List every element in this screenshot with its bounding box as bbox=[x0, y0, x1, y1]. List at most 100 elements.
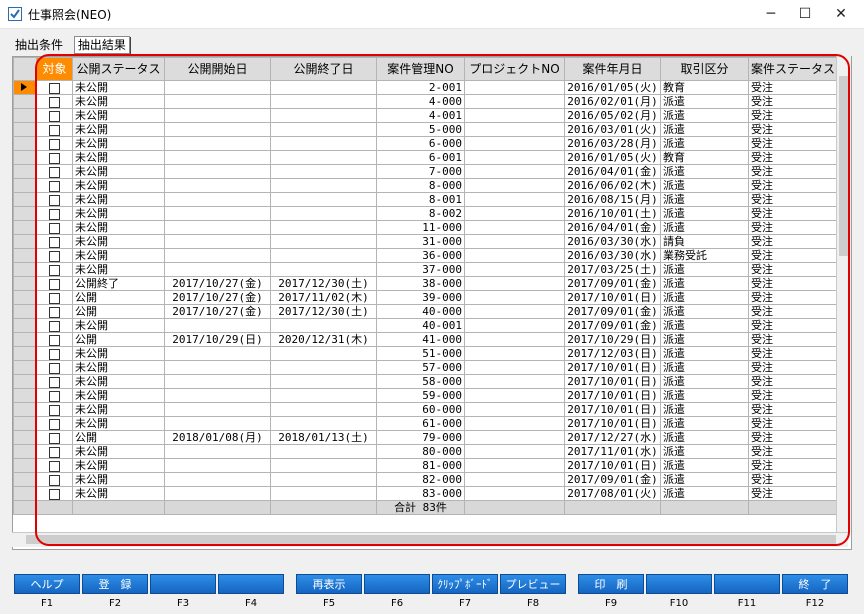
cell-publish-end[interactable] bbox=[270, 94, 377, 109]
cell-publish-status[interactable]: 未公開 bbox=[72, 206, 165, 221]
cell-publish-status[interactable]: 未公開 bbox=[72, 94, 165, 109]
cell-publish-status[interactable]: 未公開 bbox=[72, 360, 165, 375]
cell-publish-end[interactable]: 2017/11/02(木) bbox=[270, 290, 377, 305]
vertical-scroll-thumb[interactable] bbox=[839, 76, 848, 256]
cell-publish-start[interactable] bbox=[164, 360, 271, 375]
cell-case-status[interactable]: 受注 bbox=[747, 332, 839, 347]
cell-case-no[interactable]: 8-002 bbox=[376, 206, 465, 221]
cell-case-date[interactable]: 2016/03/30(水) bbox=[564, 234, 661, 249]
row-header[interactable] bbox=[13, 234, 37, 249]
cell-publish-start[interactable] bbox=[164, 458, 271, 473]
cell-case-status[interactable]: 受注 bbox=[747, 94, 839, 109]
cell-trade-type[interactable]: 派遣 bbox=[660, 192, 749, 207]
row-header[interactable] bbox=[13, 220, 37, 235]
row-header[interactable] bbox=[13, 248, 37, 263]
cell-publish-start[interactable] bbox=[164, 444, 271, 459]
target-checkbox[interactable] bbox=[49, 446, 60, 458]
row-header[interactable] bbox=[13, 388, 37, 403]
cell-project-no[interactable] bbox=[464, 332, 565, 347]
row-header[interactable] bbox=[13, 318, 37, 333]
cell-case-status[interactable]: 受注 bbox=[747, 234, 839, 249]
cell-case-date[interactable]: 2016/04/01(金) bbox=[564, 220, 661, 235]
col-header-case-date[interactable]: 案件年月日 bbox=[564, 57, 661, 81]
cell-trade-type[interactable]: 派遣 bbox=[660, 304, 749, 319]
cell-trade-type[interactable]: 派遣 bbox=[660, 206, 749, 221]
cell-publish-start[interactable] bbox=[164, 136, 271, 151]
current-row-indicator[interactable] bbox=[13, 80, 37, 95]
cell-project-no[interactable] bbox=[464, 304, 565, 319]
row-checkbox-cell[interactable] bbox=[36, 80, 73, 95]
table-row[interactable]: 未公開 81-000 2017/10/01(日) 派遣 受注 bbox=[13, 458, 839, 473]
cell-case-status[interactable]: 受注 bbox=[747, 136, 839, 151]
row-header[interactable] bbox=[13, 192, 37, 207]
col-header-project-no[interactable]: プロジェクトNO bbox=[464, 57, 565, 81]
cell-trade-type[interactable]: 派遣 bbox=[660, 220, 749, 235]
cell-case-no[interactable]: 81-000 bbox=[376, 458, 465, 473]
table-row[interactable]: 未公開 57-000 2017/10/01(日) 派遣 受注 bbox=[13, 360, 839, 375]
cell-case-status[interactable]: 受注 bbox=[747, 458, 839, 473]
cell-case-no[interactable]: 37-000 bbox=[376, 262, 465, 277]
cell-case-date[interactable]: 2016/04/01(金) bbox=[564, 164, 661, 179]
cell-publish-end[interactable] bbox=[270, 472, 377, 487]
cell-case-status[interactable]: 受注 bbox=[747, 290, 839, 305]
row-checkbox-cell[interactable] bbox=[36, 206, 73, 221]
fkey-f2-button[interactable]: 登 録 bbox=[82, 574, 148, 594]
cell-case-date[interactable]: 2016/03/01(火) bbox=[564, 122, 661, 137]
row-header[interactable] bbox=[13, 206, 37, 221]
cell-case-status[interactable]: 受注 bbox=[747, 472, 839, 487]
cell-publish-start[interactable]: 2017/10/29(日) bbox=[164, 332, 271, 347]
cell-case-date[interactable]: 2016/08/15(月) bbox=[564, 192, 661, 207]
cell-project-no[interactable] bbox=[464, 318, 565, 333]
cell-case-no[interactable]: 51-000 bbox=[376, 346, 465, 361]
table-row[interactable]: 未公開 40-001 2017/09/01(金) 派遣 受注 bbox=[13, 318, 839, 333]
horizontal-scroll-thumb[interactable] bbox=[26, 535, 836, 544]
table-row[interactable]: 未公開 37-000 2017/03/25(土) 派遣 受注 bbox=[13, 262, 839, 277]
cell-case-no[interactable]: 79-000 bbox=[376, 430, 465, 445]
table-row[interactable]: 未公開 8-002 2016/10/01(土) 派遣 受注 bbox=[13, 206, 839, 221]
row-checkbox-cell[interactable] bbox=[36, 220, 73, 235]
cell-case-status[interactable]: 受注 bbox=[747, 430, 839, 445]
tab-extract-conditions[interactable]: 抽出条件 bbox=[12, 37, 66, 53]
row-checkbox-cell[interactable] bbox=[36, 234, 73, 249]
table-row[interactable]: 未公開 7-000 2016/04/01(金) 派遣 受注 bbox=[13, 164, 839, 179]
cell-trade-type[interactable]: 派遣 bbox=[660, 332, 749, 347]
cell-publish-start[interactable] bbox=[164, 402, 271, 417]
target-checkbox[interactable] bbox=[49, 390, 60, 402]
cell-trade-type[interactable]: 派遣 bbox=[660, 276, 749, 291]
cell-publish-start[interactable]: 2017/10/27(金) bbox=[164, 290, 271, 305]
row-checkbox-cell[interactable] bbox=[36, 416, 73, 431]
cell-case-status[interactable]: 受注 bbox=[747, 360, 839, 375]
row-checkbox-cell[interactable] bbox=[36, 164, 73, 179]
cell-case-no[interactable]: 11-000 bbox=[376, 220, 465, 235]
fkey-f3-button[interactable] bbox=[150, 574, 216, 594]
cell-case-no[interactable]: 36-000 bbox=[376, 248, 465, 263]
cell-case-status[interactable]: 受注 bbox=[747, 80, 839, 95]
cell-trade-type[interactable]: 派遣 bbox=[660, 122, 749, 137]
col-header-publish-start[interactable]: 公開開始日 bbox=[164, 57, 271, 81]
target-checkbox[interactable] bbox=[49, 124, 60, 136]
cell-trade-type[interactable]: 派遣 bbox=[660, 472, 749, 487]
col-header-trade-type[interactable]: 取引区分 bbox=[660, 57, 749, 81]
cell-publish-start[interactable] bbox=[164, 80, 271, 95]
cell-case-no[interactable]: 8-000 bbox=[376, 178, 465, 193]
cell-project-no[interactable] bbox=[464, 290, 565, 305]
cell-case-no[interactable]: 4-001 bbox=[376, 108, 465, 123]
row-checkbox-cell[interactable] bbox=[36, 472, 73, 487]
table-row[interactable]: 未公開 11-000 2016/04/01(金) 派遣 受注 bbox=[13, 220, 839, 235]
cell-trade-type[interactable]: 教育 bbox=[660, 150, 749, 165]
cell-publish-start[interactable] bbox=[164, 234, 271, 249]
target-checkbox[interactable] bbox=[49, 460, 60, 472]
cell-publish-start[interactable]: 2017/10/27(金) bbox=[164, 276, 271, 291]
row-header[interactable] bbox=[13, 262, 37, 277]
cell-case-no[interactable]: 83-000 bbox=[376, 486, 465, 501]
target-checkbox[interactable] bbox=[49, 404, 60, 416]
target-checkbox[interactable] bbox=[49, 194, 60, 206]
row-header[interactable] bbox=[13, 276, 37, 291]
cell-publish-end[interactable] bbox=[270, 360, 377, 375]
target-checkbox[interactable] bbox=[49, 110, 60, 122]
row-header[interactable] bbox=[13, 444, 37, 459]
cell-case-no[interactable]: 7-000 bbox=[376, 164, 465, 179]
cell-trade-type[interactable]: 派遣 bbox=[660, 416, 749, 431]
cell-case-date[interactable]: 2016/10/01(土) bbox=[564, 206, 661, 221]
cell-trade-type[interactable]: 派遣 bbox=[660, 444, 749, 459]
